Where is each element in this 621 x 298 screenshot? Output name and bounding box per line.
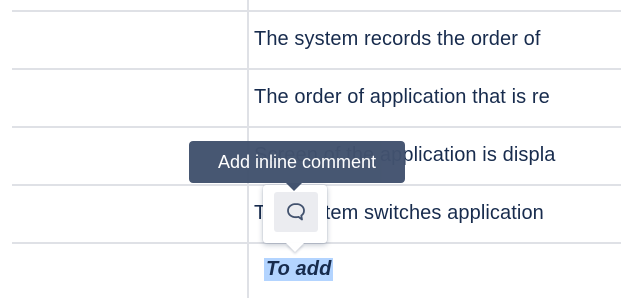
comment-bubble-icon [287,203,305,221]
table-row: The order of application that is re [12,68,621,126]
table-cell-text[interactable]: The order of application that is re [254,86,550,109]
add-inline-comment-button[interactable] [274,192,318,232]
tooltip: Add inline comment [189,141,405,183]
table-row: The system records the order of [12,10,621,68]
tooltip-pointer [286,183,302,191]
editor-canvas: The system records the order of The orde… [0,0,621,298]
selected-text[interactable]: To add [264,258,334,281]
popup-pointer [286,243,304,252]
table-row: To add [12,242,621,298]
table-cell-text[interactable]: The system records the order of [254,28,541,51]
